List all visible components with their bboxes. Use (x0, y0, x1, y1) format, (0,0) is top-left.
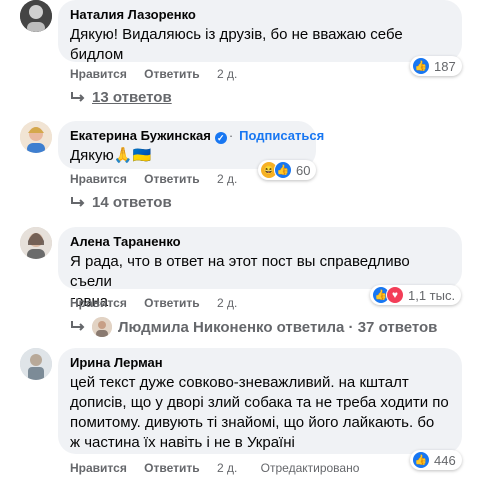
reply-button[interactable]: Ответить (144, 296, 199, 310)
comment-bubble: Алена Тараненко Я рада, что в ответ на э… (58, 227, 462, 310)
like-button[interactable]: Нравится (70, 296, 127, 310)
comment-author[interactable]: Наталия Лазоренко (70, 7, 450, 23)
comment-bubble: Ирина Лерман цей текст дуже совково-знев… (58, 348, 462, 454)
view-replies[interactable]: 14 ответов (70, 194, 172, 211)
reaction-count: 1,1 тыс. (408, 287, 456, 303)
like-button[interactable]: Нравится (70, 172, 127, 186)
thumbs-up-icon: 👍 (412, 451, 430, 469)
comment-author[interactable]: Ирина Лерман (70, 355, 450, 371)
comment-time[interactable]: 2 д. (217, 461, 237, 475)
reaction-count: 187 (434, 58, 456, 74)
verified-badge-icon: ✓ (214, 132, 227, 144)
comment-text: цей текст дуже совково-зневажливий. на к… (70, 374, 449, 451)
comment-time[interactable]: 2 д. (217, 172, 237, 186)
reaction-count: 60 (296, 162, 311, 178)
comment-text: Дякую! Видаляюсь із друзів, бо не вважаю… (70, 26, 403, 63)
like-button[interactable]: Нравится (70, 461, 127, 475)
replies-count[interactable]: 13 ответов (92, 89, 172, 106)
comment-time[interactable]: 2 д. (217, 296, 237, 310)
view-replies[interactable]: Людмила Никоненко ответила · 37 ответов (70, 317, 437, 337)
comment-time[interactable]: 2 д. (217, 67, 237, 81)
reaction-summary[interactable]: 👍 ♥ 1,1 тыс. (370, 285, 462, 305)
replies-count[interactable]: 14 ответов (92, 194, 172, 211)
comment-actions: Нравится Ответить 2 д. Отредактировано (70, 461, 373, 475)
reply-arrow-icon (71, 196, 85, 207)
comment-author[interactable]: Алена Тараненко (70, 234, 450, 250)
avatar[interactable] (20, 0, 52, 32)
reaction-summary[interactable]: 😆 👍 60 (258, 160, 317, 180)
reply-arrow-icon (71, 91, 85, 102)
reply-button[interactable]: Ответить (144, 461, 199, 475)
reaction-count: 446 (434, 452, 456, 468)
avatar[interactable] (20, 227, 52, 259)
avatar (92, 317, 112, 337)
thumbs-up-icon: 👍 (412, 57, 430, 75)
avatar[interactable] (20, 348, 52, 380)
separator-dot: · (228, 128, 234, 143)
view-replies[interactable]: 13 ответов (70, 89, 172, 106)
subscribe-button[interactable]: Подписаться (239, 128, 324, 143)
comment-actions: Нравится Ответить 2 д. (70, 67, 251, 81)
avatar[interactable] (20, 121, 52, 153)
reply-button[interactable]: Ответить (144, 172, 199, 186)
edited-label: Отредактировано (260, 461, 360, 475)
comment-author[interactable]: Екатерина Бужинская (70, 128, 211, 143)
reply-button[interactable]: Ответить (144, 67, 199, 81)
comment-actions: Нравится Ответить 2 д. (70, 172, 251, 186)
comment-emoji: 🙏🇺🇦 (113, 147, 152, 164)
reaction-summary[interactable]: 👍 187 (410, 56, 462, 76)
comment-bubble: Наталия Лазоренко Дякую! Видаляюсь із др… (58, 0, 462, 63)
replies-count[interactable]: Людмила Никоненко ответила · 37 ответов (118, 319, 437, 336)
reply-arrow-icon (71, 321, 85, 331)
comment-actions: Нравится Ответить 2 д. (70, 296, 251, 310)
reaction-summary[interactable]: 👍 446 (410, 450, 462, 470)
heart-icon: ♥ (386, 286, 404, 304)
thumbs-up-icon: 👍 (274, 161, 292, 179)
like-button[interactable]: Нравится (70, 67, 127, 81)
